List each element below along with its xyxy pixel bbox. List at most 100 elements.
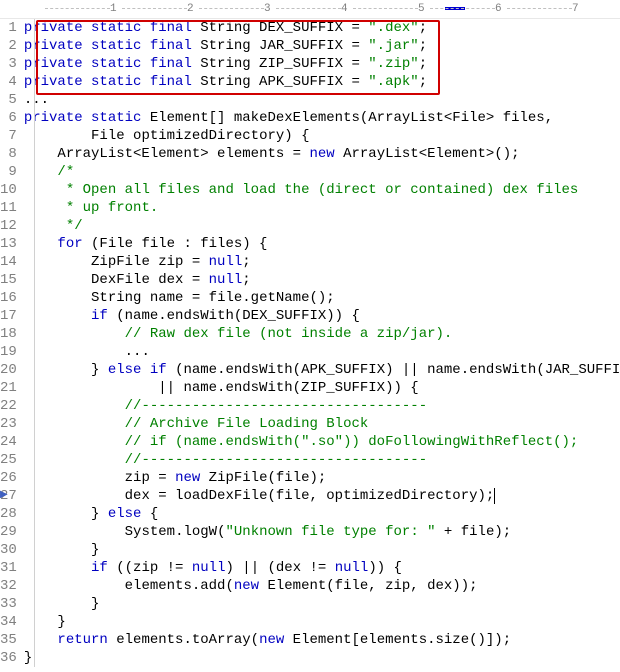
code-line[interactable]: }: [24, 649, 620, 667]
line-number: 3: [0, 55, 17, 73]
code-line[interactable]: ...: [24, 343, 620, 361]
line-number: 22: [0, 397, 17, 415]
ruler-mark: 7: [572, 0, 579, 18]
code-token: ();: [494, 146, 519, 162]
line-number: 10: [0, 181, 17, 199]
code-line[interactable]: private static final String ZIP_SUFFIX =…: [24, 55, 620, 73]
code-line[interactable]: */: [24, 217, 620, 235]
code-token: ZipFile: [91, 254, 150, 270]
code-line[interactable]: if (name.endsWith(DEX_SUFFIX)) {: [24, 307, 620, 325]
code-token: String DEX_SUFFIX =: [200, 20, 368, 36]
code-area[interactable]: private static final String DEX_SUFFIX =…: [21, 19, 620, 667]
code-token: private static final: [24, 74, 200, 90]
code-line[interactable]: * Open all files and load the (direct or…: [24, 181, 620, 199]
line-number: 24: [0, 433, 17, 451]
code-line[interactable]: ZipFile zip = null;: [24, 253, 620, 271]
code-line[interactable]: // if (name.endsWith(".so")) doFollowing…: [24, 433, 620, 451]
code-line[interactable]: for (File file : files) {: [24, 235, 620, 253]
code-token: ".zip": [368, 56, 418, 72]
code-line[interactable]: } else {: [24, 505, 620, 523]
code-token: ;: [419, 74, 427, 90]
code-line[interactable]: private static final String JAR_SUFFIX =…: [24, 37, 620, 55]
code-line[interactable]: String name = file.getName();: [24, 289, 620, 307]
code-line[interactable]: dex = loadDexFile(file, optimizedDirecto…: [24, 487, 620, 505]
code-token: String ZIP_SUFFIX =: [200, 56, 368, 72]
code-line[interactable]: if ((zip != null) || (dex != null)) {: [24, 559, 620, 577]
code-token: ;: [419, 56, 427, 72]
code-line[interactable]: }: [24, 541, 620, 559]
line-number: 12: [0, 217, 17, 235]
line-number: 16: [0, 289, 17, 307]
code-token: null: [335, 560, 369, 576]
ruler-mark: 4: [341, 0, 348, 18]
code-line[interactable]: //----------------------------------: [24, 397, 620, 415]
code-token: Element: [293, 632, 352, 648]
code-token: elements.add(: [125, 578, 234, 594]
code-token: new: [234, 578, 268, 594]
code-line[interactable]: }: [24, 613, 620, 631]
code-token: String JAR_SUFFIX =: [200, 38, 368, 54]
code-line[interactable]: return elements.toArray(new Element[elem…: [24, 631, 620, 649]
code-line[interactable]: private static final String APK_SUFFIX =…: [24, 73, 620, 91]
code-line[interactable]: DexFile dex = null;: [24, 271, 620, 289]
code-line[interactable]: File optimizedDirectory) {: [24, 127, 620, 145]
code-token: optimizedDirectory) {: [125, 128, 310, 144]
code-line[interactable]: System.logW("Unknown file type for: " + …: [24, 523, 620, 541]
line-number: 36: [0, 649, 17, 667]
code-line[interactable]: private static Element[] makeDexElements…: [24, 109, 620, 127]
code-token: [elements.size()]);: [351, 632, 511, 648]
code-token: ;: [419, 38, 427, 54]
line-number: 27▶: [0, 487, 17, 505]
line-number: 15: [0, 271, 17, 289]
code-token: + file);: [436, 524, 512, 540]
code-token: ((zip !=: [116, 560, 192, 576]
code-line[interactable]: * up front.: [24, 199, 620, 217]
code-line[interactable]: }: [24, 595, 620, 613]
code-token: (name.endsWith(DEX_SUFFIX)) {: [116, 308, 360, 324]
code-line[interactable]: // Archive File Loading Block: [24, 415, 620, 433]
code-line[interactable]: private static final String DEX_SUFFIX =…: [24, 19, 620, 37]
code-token: null: [192, 560, 226, 576]
code-line[interactable]: zip = new ZipFile(file);: [24, 469, 620, 487]
code-line[interactable]: ArrayList<Element> elements = new ArrayL…: [24, 145, 620, 163]
line-number: 18: [0, 325, 17, 343]
code-line[interactable]: //----------------------------------: [24, 451, 620, 469]
code-token: "Unknown file type for: ": [225, 524, 435, 540]
code-editor[interactable]: 1234567891011121314151617181920212223242…: [0, 19, 620, 667]
code-token: // Raw dex file (not inside a zip/jar).: [125, 326, 453, 342]
line-number: 28: [0, 505, 17, 523]
code-token: ArrayList<Element>: [57, 146, 208, 162]
line-number: 31: [0, 559, 17, 577]
line-number: 14: [0, 253, 17, 271]
code-token: ZipFile: [209, 470, 268, 486]
code-line[interactable]: || name.endsWith(ZIP_SUFFIX)) {: [24, 379, 620, 397]
line-number: 2: [0, 37, 17, 55]
code-line[interactable]: ...: [24, 91, 620, 109]
code-token: String: [91, 290, 141, 306]
code-token: ".dex": [368, 20, 418, 36]
code-token: ".jar": [368, 38, 418, 54]
line-number: 29: [0, 523, 17, 541]
current-line-arrow-icon: ▶: [0, 487, 8, 505]
line-number: 7: [0, 127, 17, 145]
code-line[interactable]: // Raw dex file (not inside a zip/jar).: [24, 325, 620, 343]
code-token: * up front.: [66, 200, 158, 216]
code-line[interactable]: } else if (name.endsWith(APK_SUFFIX) || …: [24, 361, 620, 379]
code-token: System: [125, 524, 175, 540]
text-caret: [494, 488, 495, 504]
code-token: String APK_SUFFIX =: [200, 74, 368, 90]
code-line[interactable]: elements.add(new Element(file, zip, dex)…: [24, 577, 620, 595]
ruler-mark: 2: [187, 0, 194, 18]
line-number: 6: [0, 109, 17, 127]
code-line[interactable]: /*: [24, 163, 620, 181]
code-token: return: [57, 632, 116, 648]
code-token: || name.endsWith(ZIP_SUFFIX)) {: [158, 380, 418, 396]
line-number: 4: [0, 73, 17, 91]
line-number: 11: [0, 199, 17, 217]
ruler-mark: 1: [110, 0, 117, 18]
code-token: .logW(: [175, 524, 225, 540]
line-number: 23: [0, 415, 17, 433]
code-token: /*: [57, 164, 74, 180]
line-number: 34: [0, 613, 17, 631]
line-number: 20: [0, 361, 17, 379]
